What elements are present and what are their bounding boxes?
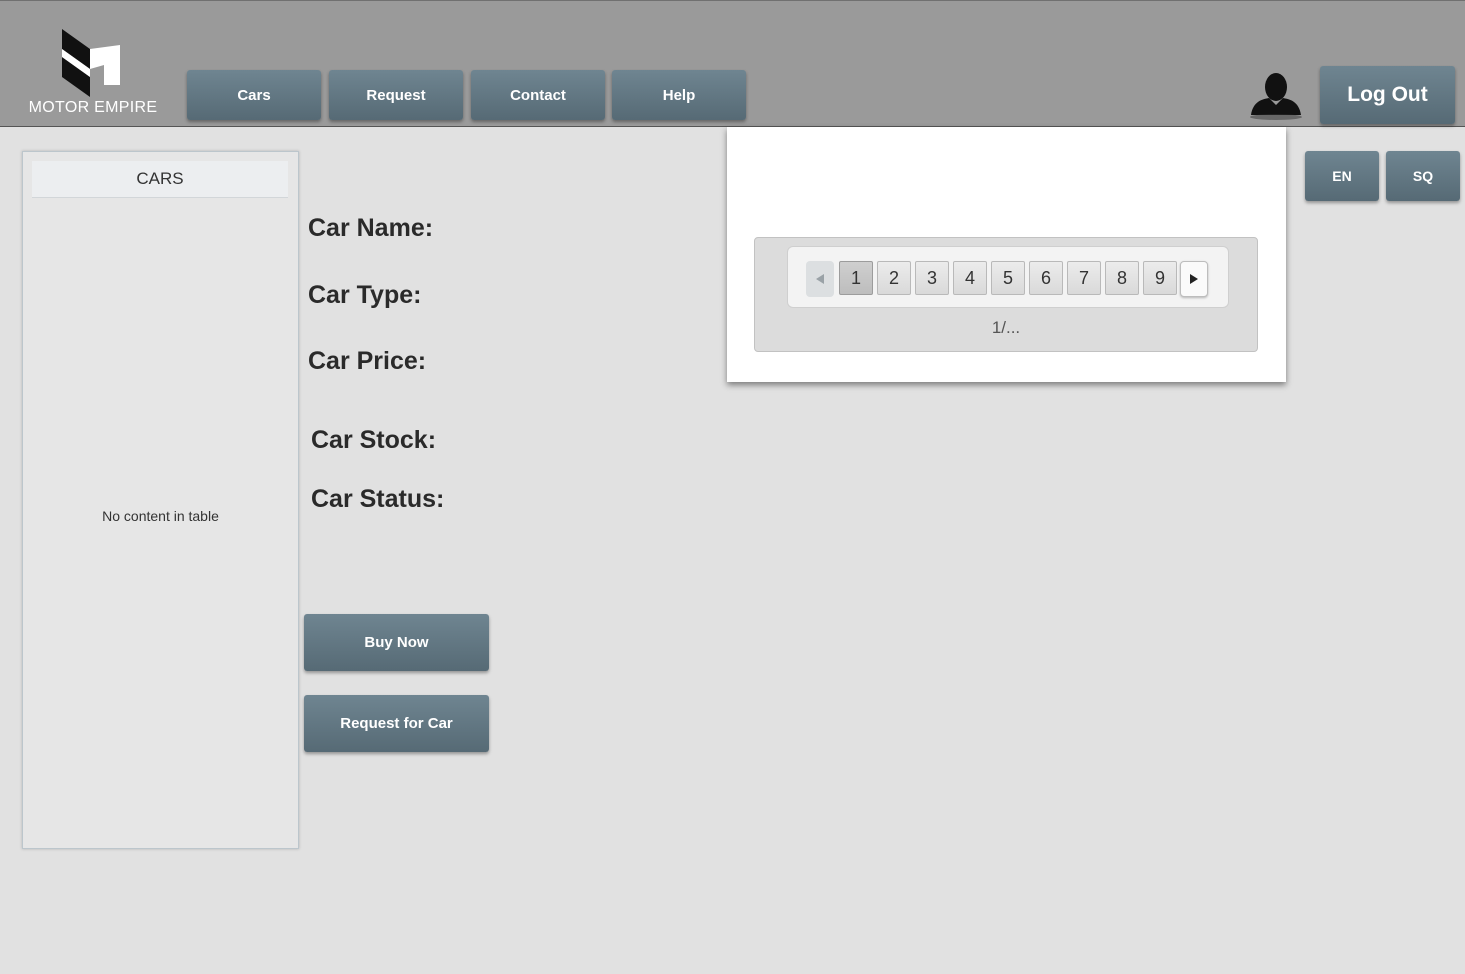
language-sq-button[interactable]: SQ	[1386, 151, 1460, 201]
language-en-button[interactable]: EN	[1305, 151, 1379, 201]
previous-page-button[interactable]	[806, 261, 834, 297]
nav-cars-button[interactable]: Cars	[187, 70, 321, 120]
page-button-4[interactable]: 4	[953, 261, 987, 295]
brand-name: MOTOR EMPIRE	[28, 99, 158, 116]
page-button-2[interactable]: 2	[877, 261, 911, 295]
user-avatar-icon[interactable]	[1247, 63, 1305, 121]
nav-request-button[interactable]: Request	[329, 70, 463, 120]
car-stock-label: Car Stock:	[311, 426, 437, 454]
page-button-6[interactable]: 6	[1029, 261, 1063, 295]
page-button-8[interactable]: 8	[1105, 261, 1139, 295]
cars-table-header[interactable]: CARS	[32, 161, 288, 198]
car-type-label: Car Type:	[308, 281, 422, 309]
page-button-5[interactable]: 5	[991, 261, 1025, 295]
nav-contact-button[interactable]: Contact	[471, 70, 605, 120]
top-bar: MOTOR EMPIRE Cars Request Contact Help L…	[0, 0, 1465, 127]
buy-now-button[interactable]: Buy Now	[304, 614, 489, 671]
request-for-car-button[interactable]: Request for Car	[304, 695, 489, 752]
table-empty-message: No content in table	[102, 508, 219, 524]
page-button-3[interactable]: 3	[915, 261, 949, 295]
logo-mark-icon	[62, 29, 120, 97]
car-status-label: Car Status:	[311, 485, 445, 513]
motor-empire-logo[interactable]: MOTOR EMPIRE	[22, 23, 164, 123]
car-name-label: Car Name:	[308, 214, 434, 242]
nav-help-button[interactable]: Help	[612, 70, 746, 120]
pagination-panel: 1 2 3 4 5 6 7 8 9 1/...	[754, 237, 1258, 352]
car-price-label: Car Price:	[308, 347, 427, 375]
page-button-9[interactable]: 9	[1143, 261, 1177, 295]
logout-button[interactable]: Log Out	[1320, 66, 1455, 124]
pagination-strip: 1 2 3 4 5 6 7 8 9	[787, 246, 1229, 308]
triangle-left-icon	[816, 274, 824, 284]
page-indicator: 1/...	[991, 318, 1021, 337]
triangle-right-icon	[1190, 274, 1198, 284]
image-popup: 1 2 3 4 5 6 7 8 9 1/...	[727, 127, 1286, 382]
page-button-1[interactable]: 1	[839, 261, 873, 295]
cars-table[interactable]: CARS No content in table	[22, 151, 299, 849]
page-button-7[interactable]: 7	[1067, 261, 1101, 295]
next-page-button[interactable]	[1180, 261, 1208, 297]
